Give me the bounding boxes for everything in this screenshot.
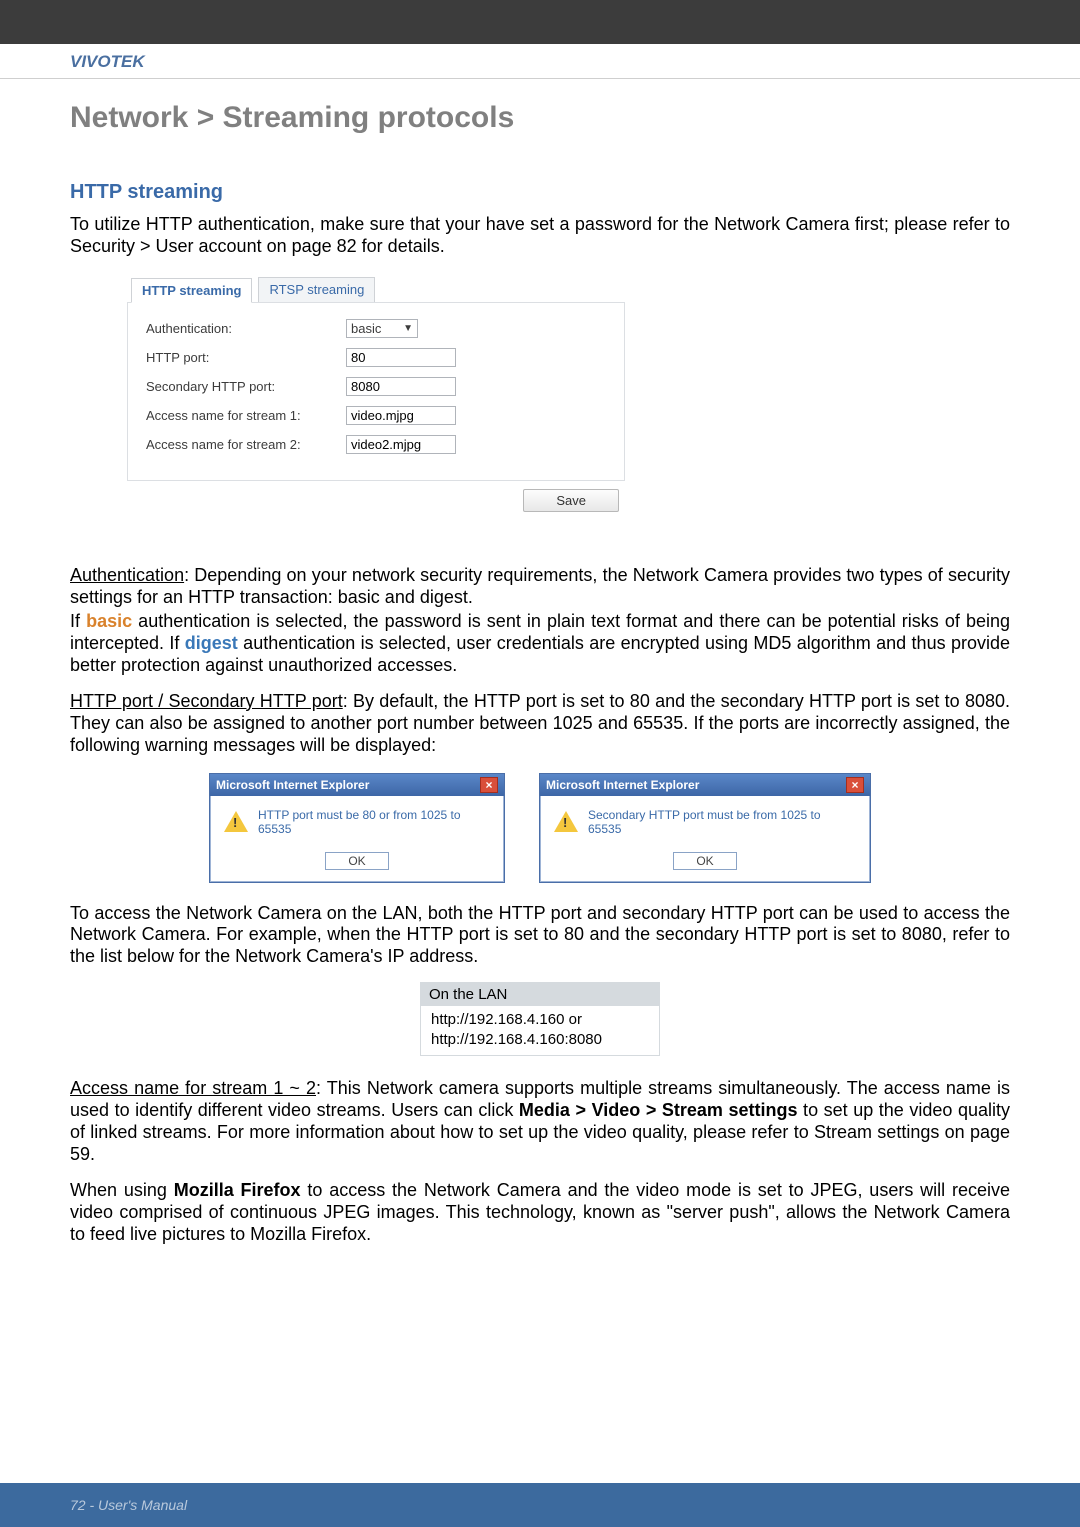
lan-box: On the LAN http://192.168.4.160 or http:… (420, 982, 660, 1056)
label-authentication: Authentication: (146, 321, 346, 336)
tab-http-streaming[interactable]: HTTP streaming (131, 278, 252, 303)
row-authentication: Authentication: basic ▼ (146, 319, 606, 338)
input-stream1[interactable] (346, 406, 456, 425)
dialog-titlebar: Microsoft Internet Explorer × (210, 774, 504, 796)
mozilla-firefox: Mozilla Firefox (174, 1180, 301, 1200)
lan-head: On the LAN (421, 983, 659, 1006)
lan-line1: http://192.168.4.160 or (431, 1010, 649, 1030)
row-http-port: HTTP port: (146, 348, 606, 367)
save-button[interactable]: Save (523, 489, 619, 512)
footer: 72 - User's Manual (0, 1483, 1080, 1527)
section-http-streaming: HTTP streaming (70, 181, 1010, 204)
input-secondary-port[interactable] (346, 377, 456, 396)
input-stream2[interactable] (346, 435, 456, 454)
row-stream1: Access name for stream 1: (146, 406, 606, 425)
close-icon[interactable]: × (846, 777, 864, 793)
auth-underline: Authentication (70, 565, 184, 585)
brand: VIVOTEK (70, 52, 145, 71)
access-name-underline: Access name for stream 1 ~ 2 (70, 1078, 316, 1098)
select-value: basic (351, 321, 381, 336)
top-bar (0, 0, 1080, 44)
lan-line2: http://192.168.4.160:8080 (431, 1030, 649, 1050)
ports-underline: HTTP port / Secondary HTTP port (70, 691, 343, 711)
keyword-digest: digest (185, 633, 238, 653)
select-authentication[interactable]: basic ▼ (346, 319, 418, 338)
firefox-pre: When using (70, 1180, 174, 1200)
dialog-title: Microsoft Internet Explorer (216, 778, 369, 792)
keyword-basic: basic (86, 611, 132, 631)
save-row: Save (127, 481, 625, 518)
config-panel: HTTP streaming RTSP streaming Authentica… (126, 272, 626, 519)
ok-button[interactable]: OK (673, 852, 736, 870)
tab-rtsp-streaming[interactable]: RTSP streaming (258, 277, 375, 302)
dialog-titlebar: Microsoft Internet Explorer × (540, 774, 870, 796)
warning-icon (554, 811, 578, 832)
intro-paragraph: To utilize HTTP authentication, make sur… (70, 214, 1010, 258)
tabs: HTTP streaming RTSP streaming (127, 273, 625, 302)
footer-text: 72 - User's Manual (70, 1497, 187, 1513)
ok-button[interactable]: OK (325, 852, 388, 870)
intro-text: To utilize HTTP authentication, make sur… (70, 214, 1010, 258)
close-icon[interactable]: × (480, 777, 498, 793)
auth-rest: : Depending on your network security req… (70, 565, 1010, 607)
authentication-explain: Authentication: Depending on your networ… (70, 565, 1010, 677)
label-stream1: Access name for stream 1: (146, 408, 346, 423)
warning-icon (224, 811, 248, 832)
label-stream2: Access name for stream 2: (146, 437, 346, 452)
dialog-secondary-port: Microsoft Internet Explorer × Secondary … (539, 773, 871, 883)
dialog-message: Secondary HTTP port must be from 1025 to… (588, 808, 856, 836)
page-title: Network > Streaming protocols (70, 101, 1010, 135)
row-stream2: Access name for stream 2: (146, 435, 606, 454)
label-http-port: HTTP port: (146, 350, 346, 365)
lan-para: To access the Network Camera on the LAN,… (70, 903, 1010, 969)
access-name-explain: Access name for stream 1 ~ 2: This Netwo… (70, 1078, 1010, 1246)
label-secondary-port: Secondary HTTP port: (146, 379, 346, 394)
ports-explain: HTTP port / Secondary HTTP port: By defa… (70, 691, 1010, 757)
chevron-down-icon: ▼ (403, 323, 413, 334)
lan-explain: To access the Network Camera on the LAN,… (70, 903, 1010, 969)
row-secondary-port: Secondary HTTP port: (146, 377, 606, 396)
header: VIVOTEK (0, 44, 1080, 79)
dialog-title: Microsoft Internet Explorer (546, 778, 699, 792)
auth2-pre: If (70, 611, 86, 631)
lan-body: http://192.168.4.160 or http://192.168.4… (421, 1006, 659, 1055)
media-video-stream-settings: Media > Video > Stream settings (519, 1100, 798, 1120)
dialog-http-port: Microsoft Internet Explorer × HTTP port … (209, 773, 505, 883)
main-content: Network > Streaming protocols HTTP strea… (0, 79, 1080, 1246)
input-http-port[interactable] (346, 348, 456, 367)
fields-area: Authentication: basic ▼ HTTP port: Secon… (127, 302, 625, 481)
dialog-message: HTTP port must be 80 or from 1025 to 655… (258, 808, 490, 836)
warning-dialogs: Microsoft Internet Explorer × HTTP port … (70, 773, 1010, 883)
